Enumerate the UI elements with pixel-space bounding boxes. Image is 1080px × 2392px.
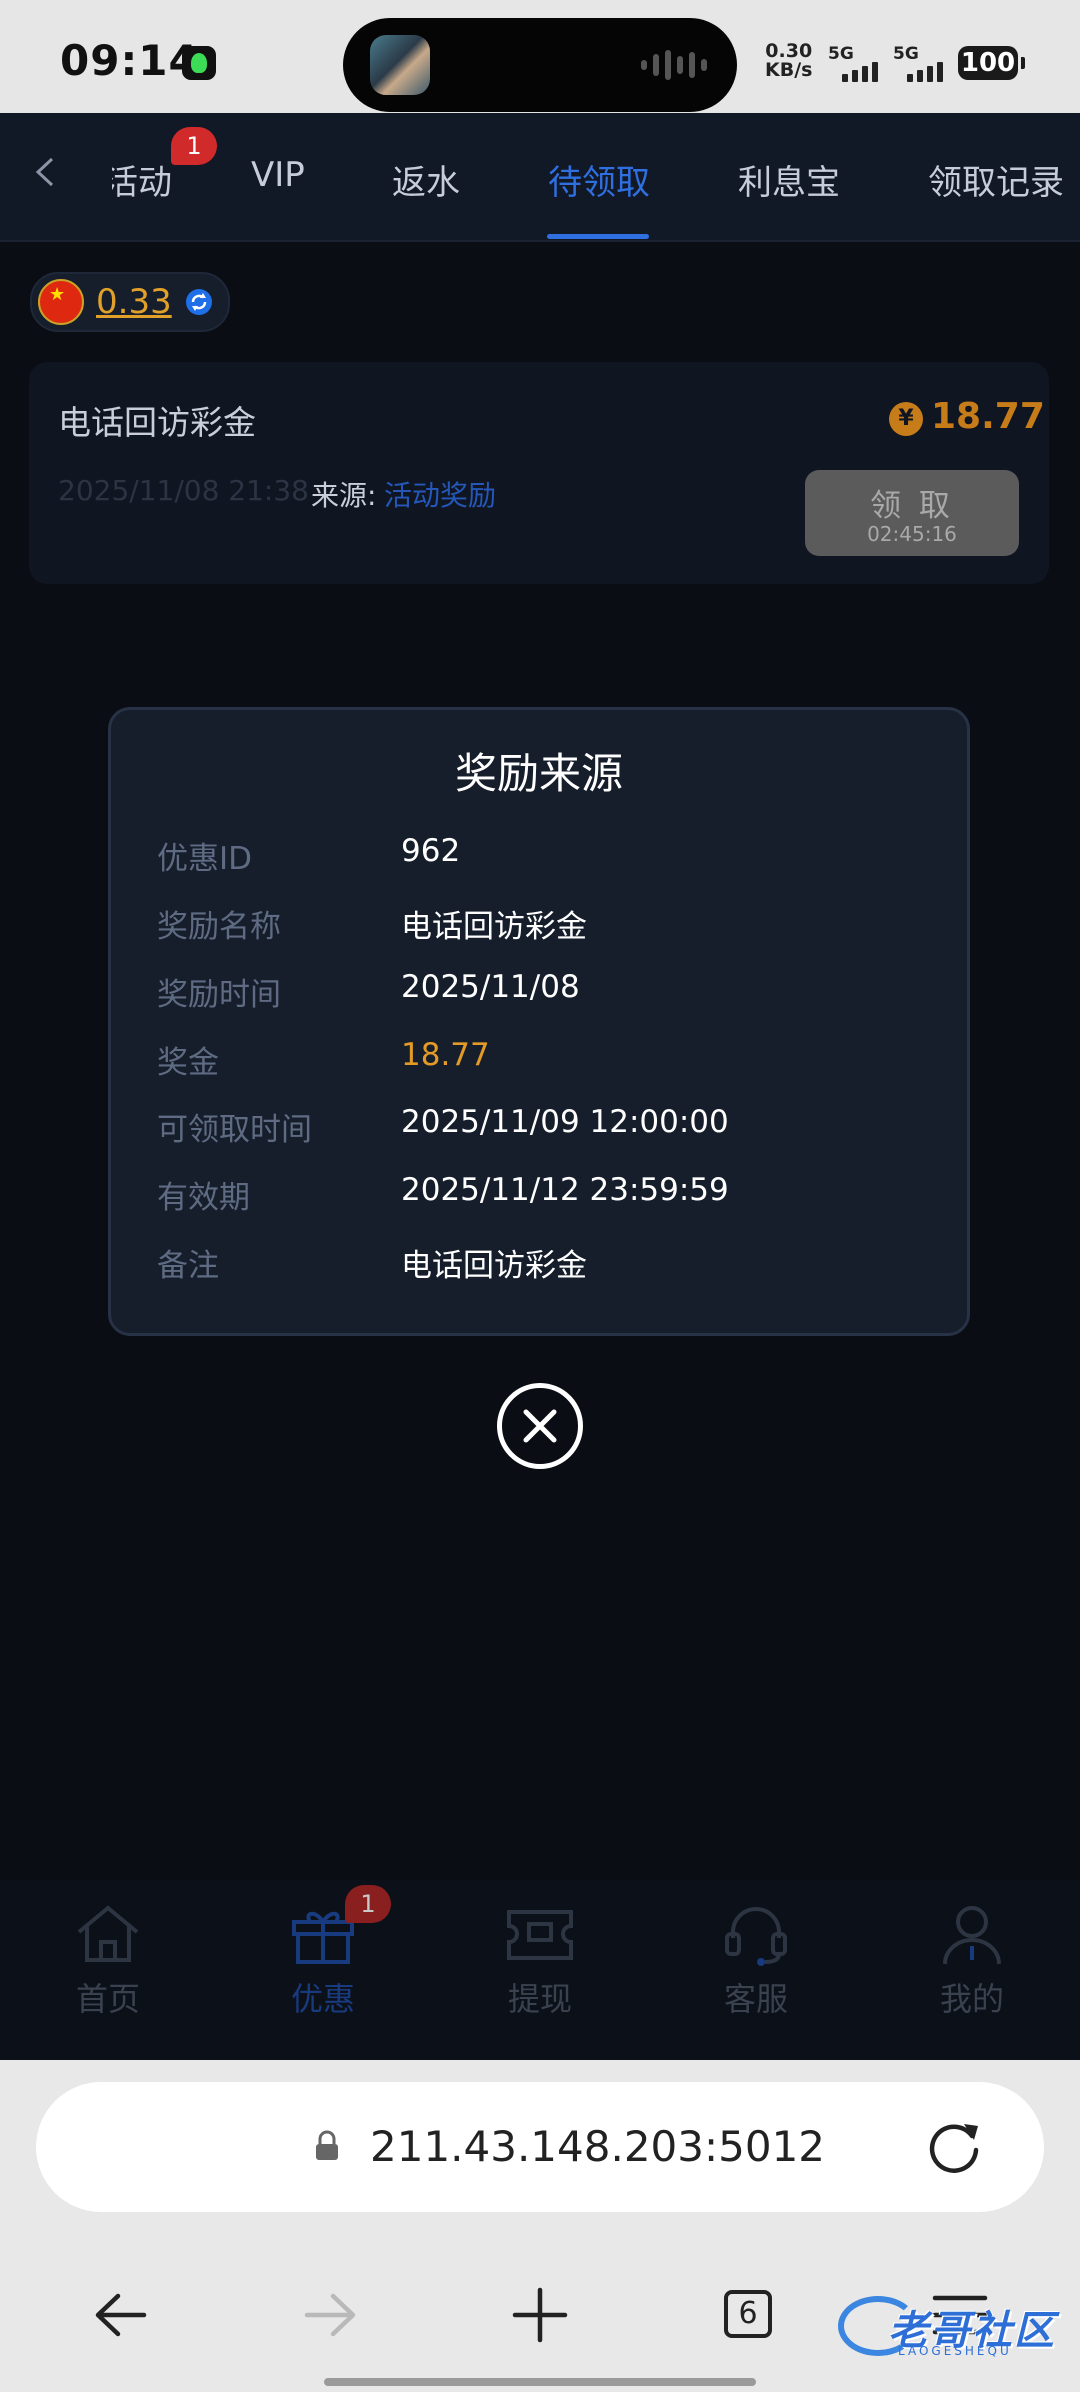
- nav-profile-label: 我的: [939, 1980, 1004, 2018]
- status-time: 09:14: [60, 36, 199, 85]
- music-app-icon: [182, 46, 216, 80]
- value-validity: 2025/11/12 23:59:59: [401, 1172, 729, 1208]
- new-tab-plus-icon[interactable]: [505, 2280, 575, 2350]
- sim1-label: 5G: [828, 44, 854, 64]
- home-icon: [77, 1905, 139, 1962]
- label-remark: 备注: [157, 1248, 219, 1284]
- nav-profile[interactable]: 我的: [912, 1902, 1032, 2020]
- label-validity: 有效期: [157, 1180, 250, 1216]
- reload-icon[interactable]: [926, 2118, 984, 2176]
- home-indicator[interactable]: [324, 2378, 756, 2386]
- tab-rebate[interactable]: 返水: [392, 155, 460, 204]
- url-text: 211.43.148.203:5012: [370, 2122, 826, 2171]
- forward-arrow-icon[interactable]: [295, 2280, 365, 2350]
- label-reward-time: 奖励时间: [157, 977, 281, 1013]
- source-link[interactable]: 活动奖励: [384, 474, 496, 514]
- bottom-nav: 首页 优惠 提现 客服 我的: [0, 1880, 1080, 2060]
- status-bar: 09:14 0.30 KB/s 5G 5G 100: [0, 0, 1080, 113]
- ticket-icon: [507, 1910, 573, 1960]
- reward-amount: 18.77: [931, 396, 1045, 437]
- user-icon: [943, 1906, 1001, 1965]
- value-bonus: 18.77: [401, 1037, 490, 1073]
- signal-sim1-icon: 5G: [828, 44, 888, 82]
- value-promo-id: 962: [401, 833, 461, 869]
- label-promo-id: 优惠ID: [157, 841, 253, 877]
- watermark-logo: 老哥社区 LAOGESHEQU: [838, 2292, 1068, 2362]
- value-remark: 电话回访彩金: [401, 1248, 587, 1284]
- balance-pill: 0.33: [30, 272, 230, 332]
- nav-home-label: 首页: [75, 1980, 140, 2018]
- sim2-label: 5G: [893, 44, 919, 64]
- value-reward-name: 电话回访彩金: [401, 909, 587, 945]
- source-label: 来源:: [311, 479, 377, 512]
- headset-icon: [725, 1907, 787, 1966]
- reward-source-modal: 奖励来源 优惠ID 962 奖励名称 电话回访彩金 奖励时间 2025/11/0…: [108, 707, 970, 1336]
- nav-promo-label: 优惠: [290, 1980, 355, 2018]
- reward-title: 电话回访彩金: [58, 403, 256, 442]
- media-artwork-icon: [370, 35, 430, 95]
- label-bonus: 奖金: [157, 1045, 219, 1081]
- watermark-subtext: LAOGESHEQU: [898, 2344, 1012, 2358]
- reward-card: 电话回访彩金 ¥ 18.77 2025/11/08 21:38 来源: 活动奖励…: [29, 362, 1049, 584]
- nav-home[interactable]: 首页: [48, 1902, 168, 2020]
- dynamic-island[interactable]: [343, 18, 737, 112]
- network-speed-unit: KB/s: [765, 59, 813, 81]
- modal-close-button[interactable]: [497, 1383, 583, 1469]
- china-flag-icon: [38, 279, 84, 325]
- battery-icon: 100: [958, 46, 1025, 80]
- claim-button[interactable]: 领 取 02:45:16: [805, 470, 1019, 556]
- activity-badge: 1: [171, 127, 217, 165]
- yen-coin-icon: ¥: [889, 402, 923, 436]
- tab-claim-history[interactable]: 领取记录: [928, 155, 1064, 204]
- close-icon: [523, 1409, 557, 1443]
- nav-support-label: 客服: [723, 1980, 788, 2018]
- balance-value[interactable]: 0.33: [96, 282, 172, 322]
- label-claimable-time: 可领取时间: [157, 1112, 312, 1148]
- lock-icon: [316, 2130, 338, 2160]
- nav-withdraw-label: 提现: [507, 1980, 572, 2018]
- back-chevron-icon[interactable]: [30, 157, 60, 187]
- audio-wave-icon: [641, 50, 707, 80]
- nav-support[interactable]: 客服: [696, 1902, 816, 2020]
- tab-vip[interactable]: VIP: [251, 155, 305, 195]
- promo-tab-bar: 活动 VIP 返水 待领取 利息宝 领取记录: [0, 113, 1080, 242]
- address-bar[interactable]: 211.43.148.203:5012: [36, 2082, 1044, 2212]
- tab-interest[interactable]: 利息宝: [738, 155, 840, 204]
- claim-countdown: 02:45:16: [867, 522, 957, 546]
- value-reward-time: 2025/11/08: [401, 969, 580, 1005]
- refresh-icon[interactable]: [184, 287, 214, 317]
- tab-activity[interactable]: 活动: [112, 155, 172, 204]
- tab-pending[interactable]: 待领取: [548, 155, 650, 204]
- tab-switcher-button[interactable]: 6: [724, 2290, 772, 2338]
- label-reward-name: 奖励名称: [157, 909, 281, 945]
- network-speed: 0.30 KB/s: [765, 42, 812, 80]
- modal-title: 奖励来源: [454, 749, 623, 798]
- claim-label: 领 取: [870, 488, 954, 524]
- active-tab-indicator: [547, 234, 649, 239]
- reward-datetime: 2025/11/08 21:38: [58, 474, 309, 507]
- nav-withdraw[interactable]: 提现: [480, 1902, 600, 2020]
- signal-sim2-icon: 5G: [893, 44, 953, 82]
- value-claimable-time: 2025/11/09 12:00:00: [401, 1104, 729, 1140]
- back-arrow-icon[interactable]: [86, 2280, 156, 2350]
- promo-nav-badge: 1: [345, 1885, 391, 1923]
